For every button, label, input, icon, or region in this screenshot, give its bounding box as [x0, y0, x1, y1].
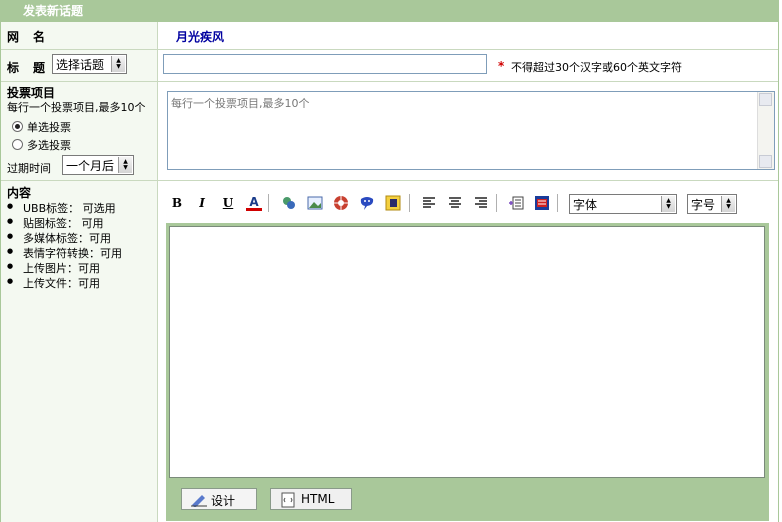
poll-options-textarea[interactable]: 每行一个投票项目,最多10个 [167, 91, 775, 170]
poll-input-cell: 每行一个投票项目,最多10个 [158, 82, 778, 180]
poll-textarea-placeholder: 每行一个投票项目,最多10个 [171, 97, 310, 110]
poll-row: 投票项目 每行一个投票项目,最多10个 单选投票 多选投票 过期时间 一个月后 … [1, 82, 778, 181]
topic-select-value: 选择话题 [56, 57, 105, 72]
bold-icon[interactable]: B [169, 195, 185, 211]
username-row: 网 名 月光疾风 [1, 22, 778, 50]
content-title: 内容 [7, 186, 32, 200]
subject-label-cell: 标 题 选择话题 ▲ ▼ [1, 50, 158, 81]
single-poll-radio[interactable] [12, 121, 23, 132]
align-left-icon[interactable] [421, 195, 437, 211]
link-icon[interactable] [281, 195, 297, 211]
username-value: 月光疾风 [176, 30, 225, 44]
align-right-icon[interactable] [473, 195, 489, 211]
username-label: 网 名 [7, 30, 47, 44]
html-tab-label: HTML [301, 492, 335, 506]
subject-label: 标 题 [7, 61, 47, 75]
design-tab[interactable]: 设计 [181, 488, 257, 510]
username-label-cell: 网 名 [1, 22, 158, 49]
font-family-select[interactable]: 字体 ▲ ▼ [569, 194, 677, 214]
subject-input-cell: * 不得超过30个汉字或60个英文字符 [158, 50, 778, 81]
design-icon [190, 491, 208, 510]
form-header: 发表新话题 [1, 0, 778, 22]
select-arrows-icon: ▲ ▼ [111, 56, 125, 72]
required-mark: * [498, 59, 505, 73]
expire-select[interactable]: 一个月后 ▲ ▼ [62, 155, 134, 175]
font-family-select-value: 字体 [573, 197, 598, 212]
html-icon [281, 492, 295, 511]
expire-select-value: 一个月后 [66, 158, 115, 173]
poll-desc: 每行一个投票项目,最多10个 [7, 101, 146, 114]
html-tab[interactable]: HTML [270, 488, 352, 510]
expire-label: 过期时间 [7, 162, 51, 175]
scroll-up-button[interactable] [759, 93, 772, 106]
editor-content-area[interactable] [169, 226, 765, 478]
multi-poll-radio[interactable] [12, 139, 23, 150]
subject-input[interactable] [163, 54, 487, 74]
subject-hint: 不得超过30个汉字或60个英文字符 [511, 61, 682, 74]
scroll-down-button[interactable] [759, 155, 772, 168]
font-size-select-value: 字号 [691, 197, 716, 212]
toolbar-separator [268, 194, 269, 212]
select-arrows-icon: ▲ ▼ [118, 157, 132, 173]
image-icon[interactable] [307, 195, 323, 211]
select-arrows-icon: ▲ ▼ [661, 196, 675, 212]
font-size-select[interactable]: 字号 ▲ ▼ [687, 194, 737, 214]
content-label-cell: 内容 UBB标签： 可选用 贴图标签： 可用 多媒体标签：可用 表情字符转换：可… [1, 181, 158, 522]
toolbar-separator [409, 194, 410, 212]
media-icon[interactable] [333, 195, 349, 211]
topic-select[interactable]: 选择话题 ▲ ▼ [52, 54, 127, 74]
emoticon-icon[interactable] [359, 195, 375, 211]
select-arrows-icon: ▲ ▼ [721, 196, 735, 212]
single-poll-label: 单选投票 [27, 121, 71, 134]
flash-icon[interactable] [385, 195, 401, 211]
textarea-scrollbar[interactable] [757, 92, 774, 169]
word-paste-icon[interactable] [534, 195, 550, 211]
toolbar-separator [557, 194, 558, 212]
underline-icon[interactable]: U [220, 195, 236, 211]
editor-frame: 设计 HTML [166, 223, 769, 521]
multi-poll-label: 多选投票 [27, 139, 71, 152]
username-value-cell: 月光疾风 [158, 22, 778, 49]
align-center-icon[interactable] [447, 195, 463, 211]
italic-icon[interactable]: I [194, 195, 210, 211]
toolbar-separator [496, 194, 497, 212]
design-tab-label: 设计 [211, 494, 236, 508]
poll-label-cell: 投票项目 每行一个投票项目,最多10个 单选投票 多选投票 过期时间 一个月后 … [1, 82, 158, 180]
insert-table-icon[interactable] [508, 195, 524, 211]
font-color-icon[interactable]: A [246, 195, 262, 211]
subject-row: 标 题 选择话题 ▲ ▼ * 不得超过30个汉字或60个英文字符 [1, 50, 778, 82]
